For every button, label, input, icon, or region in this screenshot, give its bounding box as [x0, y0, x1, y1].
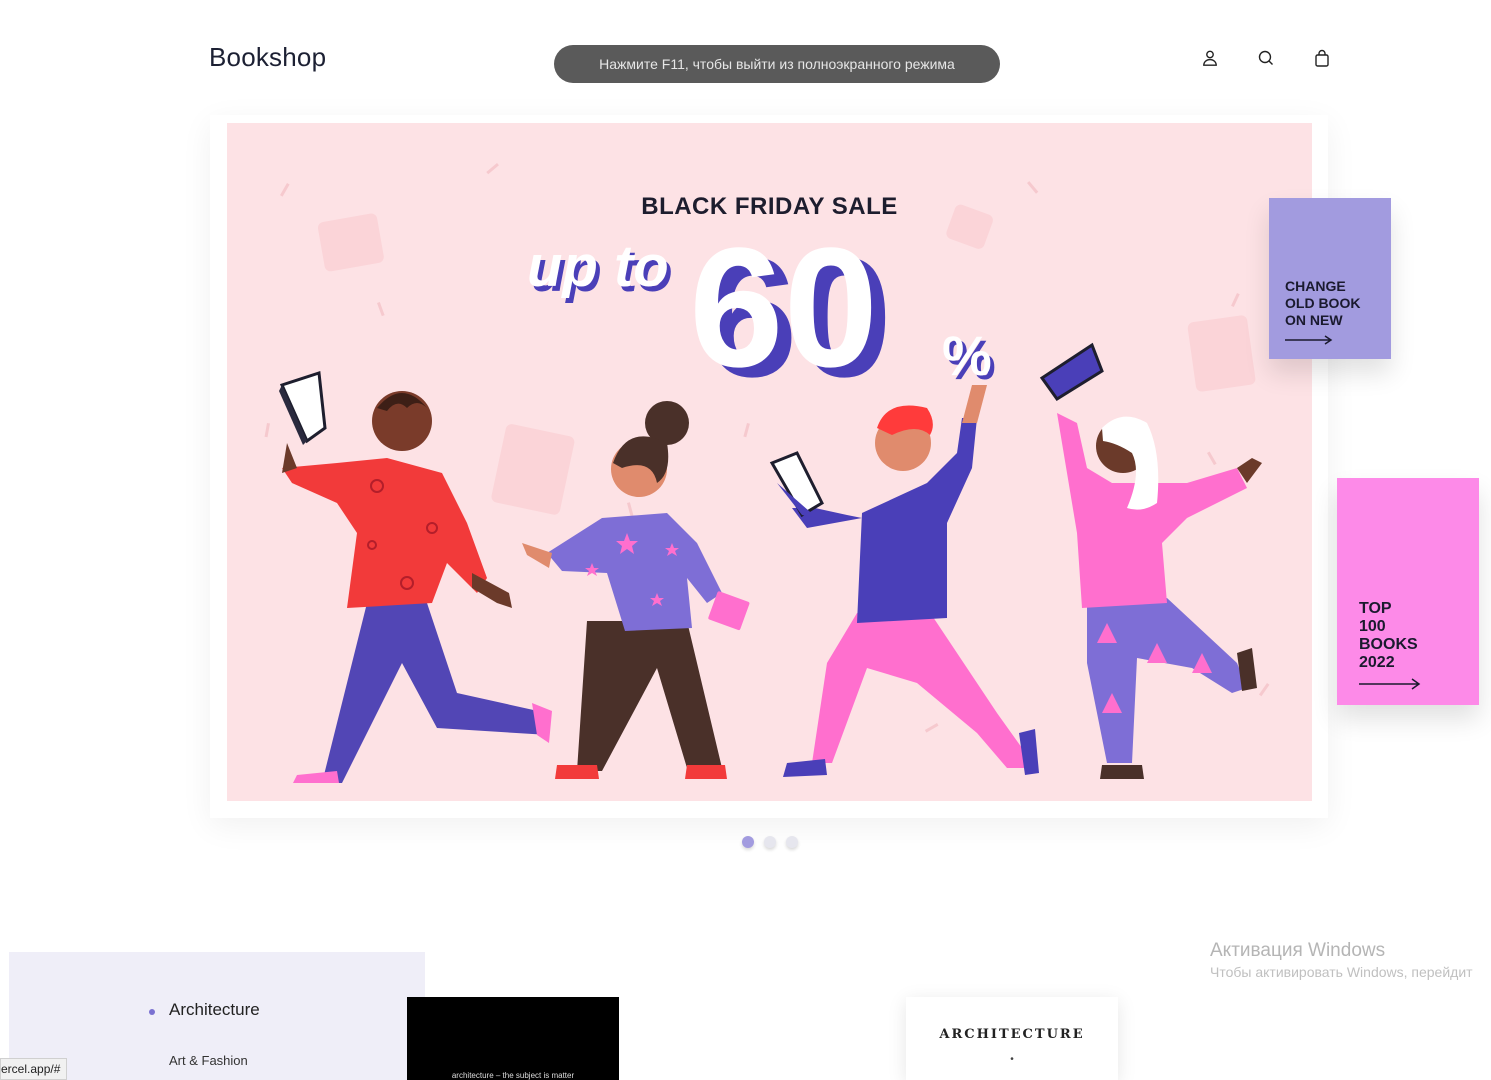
- site-logo[interactable]: Bookshop: [209, 42, 326, 73]
- hero-percent: %: [942, 324, 992, 387]
- status-bar-url: ercel.app/#: [0, 1058, 68, 1080]
- hero-up-to: up to: [527, 234, 669, 299]
- card-line: 2022: [1359, 654, 1395, 671]
- book-cover-mark: •: [1010, 1054, 1014, 1065]
- book-dark-caption: architecture – the subject is matter: [451, 1071, 575, 1080]
- card-line: TOP: [1359, 600, 1392, 617]
- carousel-dot-1[interactable]: [742, 836, 754, 848]
- arrow-right-icon: [1359, 678, 1421, 690]
- card-line: CHANGE: [1285, 278, 1346, 294]
- card-line: OLD BOOK: [1285, 295, 1361, 311]
- card-line: 100: [1359, 618, 1386, 635]
- change-old-book-card[interactable]: CHANGE OLD BOOK ON NEW: [1269, 198, 1391, 359]
- book-cover-architecture[interactable]: ARCHITECTURE •: [906, 997, 1118, 1080]
- bag-icon[interactable]: [1312, 48, 1332, 68]
- card-line: ON NEW: [1285, 312, 1343, 328]
- hero-discount: 60: [689, 213, 879, 403]
- card-line: BOOKS: [1359, 636, 1418, 653]
- top-100-books-card[interactable]: TOP 100 BOOKS 2022: [1337, 478, 1479, 705]
- fullscreen-exit-toast: Нажмите F11, чтобы выйти из полноэкранно…: [554, 45, 1000, 83]
- user-icon[interactable]: [1200, 48, 1220, 68]
- reader-pink: [1039, 342, 1262, 779]
- book-cover-title: ARCHITECTURE: [939, 1027, 1085, 1042]
- arrow-right-icon: [1285, 335, 1333, 345]
- category-architecture[interactable]: Architecture: [169, 1000, 260, 1020]
- windows-activation-title: Активация Windows: [1210, 940, 1386, 961]
- windows-activation-text: Чтобы активировать Windows, перейдит: [1210, 964, 1473, 980]
- carousel-dot-3[interactable]: [786, 836, 798, 848]
- search-icon[interactable]: [1256, 48, 1276, 68]
- carousel-pagination: [742, 836, 798, 848]
- active-category-bullet: [149, 1009, 155, 1015]
- fullscreen-toast-text: Нажмите F11, чтобы выйти из полноэкранно…: [599, 56, 955, 72]
- header-actions: [1200, 48, 1332, 68]
- book-cover-dark[interactable]: architecture – the subject is matter: [407, 997, 619, 1080]
- reader-navy: [769, 385, 1039, 777]
- carousel-dot-2[interactable]: [764, 836, 776, 848]
- hero-banner[interactable]: BLACK FRIDAY SALE up to 60 %: [227, 123, 1312, 801]
- category-art-fashion[interactable]: Art & Fashion: [169, 1053, 248, 1068]
